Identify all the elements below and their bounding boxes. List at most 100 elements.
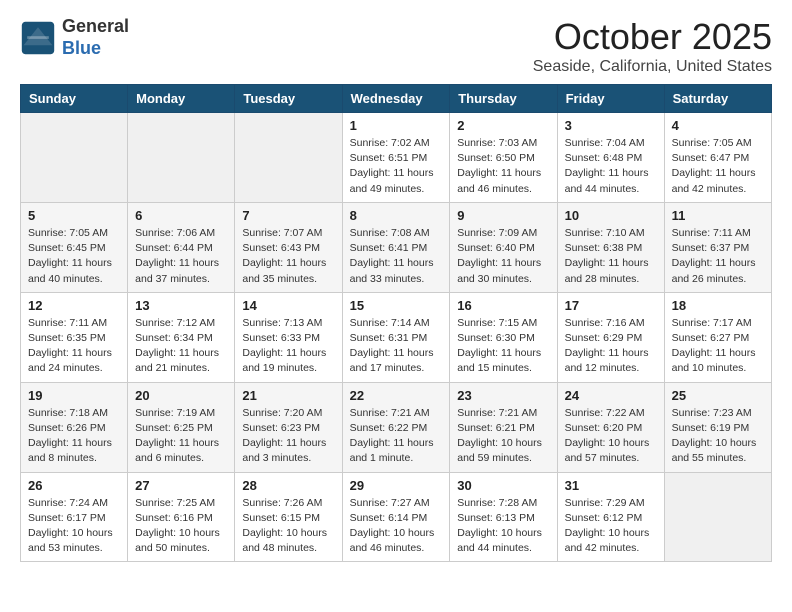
day-info: Sunrise: 7:04 AM Sunset: 6:48 PM Dayligh… xyxy=(565,136,657,197)
calendar-cell: 13Sunrise: 7:12 AM Sunset: 6:34 PM Dayli… xyxy=(128,292,235,382)
weekday-header: Friday xyxy=(557,85,664,113)
day-info: Sunrise: 7:26 AM Sunset: 6:15 PM Dayligh… xyxy=(242,496,334,557)
day-info: Sunrise: 7:23 AM Sunset: 6:19 PM Dayligh… xyxy=(672,406,764,467)
day-info: Sunrise: 7:28 AM Sunset: 6:13 PM Dayligh… xyxy=(457,496,549,557)
day-number: 16 xyxy=(457,298,549,313)
day-number: 25 xyxy=(672,388,764,403)
day-number: 3 xyxy=(565,118,657,133)
calendar-cell: 8 Sunrise: 7:08 AM Sunset: 6:41 PM Daylig… xyxy=(342,202,450,292)
calendar-cell: 20 Sunrise: 7:19 AM Sunset: 6:25 PM Dayli… xyxy=(128,382,235,472)
day-number: 18 xyxy=(672,298,764,313)
weekday-header: Thursday xyxy=(450,85,557,113)
day-info: Sunrise: 7:27 AM Sunset: 6:14 PM Dayligh… xyxy=(350,496,443,557)
day-info: Sunrise: 7:13 AM Sunset: 6:33 PM Dayligh… xyxy=(242,316,334,377)
weekday-header: Tuesday xyxy=(235,85,342,113)
day-number: 22 xyxy=(350,388,443,403)
location-title: Seaside, California, United States xyxy=(533,58,772,76)
day-number: 24 xyxy=(565,388,657,403)
day-info: Sunrise: 7:29 AM Sunset: 6:12 PM Dayligh… xyxy=(565,496,657,557)
calendar-cell: 10 Sunrise: 7:10 AM Sunset: 6:38 PM Dayli… xyxy=(557,202,664,292)
day-number: 6 xyxy=(135,208,227,223)
calendar-week-row: 26 Sunrise: 7:24 AM Sunset: 6:17 PM Dayli… xyxy=(21,472,772,562)
logo-text: General Blue xyxy=(62,16,129,59)
day-info: Sunrise: 7:10 AM Sunset: 6:38 PM Dayligh… xyxy=(565,226,657,287)
day-number: 31 xyxy=(565,478,657,493)
day-number: 20 xyxy=(135,388,227,403)
day-info: Sunrise: 7:06 AM Sunset: 6:44 PM Dayligh… xyxy=(135,226,227,287)
day-number: 7 xyxy=(242,208,334,223)
day-info: Sunrise: 7:17 AM Sunset: 6:27 PM Dayligh… xyxy=(672,316,764,377)
calendar-week-row: 5 Sunrise: 7:05 AM Sunset: 6:45 PM Daylig… xyxy=(21,202,772,292)
day-number: 5 xyxy=(28,208,120,223)
calendar-cell: 14 Sunrise: 7:13 AM Sunset: 6:33 PM Dayli… xyxy=(235,292,342,382)
calendar-cell: 27 Sunrise: 7:25 AM Sunset: 6:16 PM Dayli… xyxy=(128,472,235,562)
weekday-header: Wednesday xyxy=(342,85,450,113)
day-number: 12 xyxy=(28,298,120,313)
calendar-week-row: 19Sunrise: 7:18 AM Sunset: 6:26 PM Dayli… xyxy=(21,382,772,472)
calendar-cell xyxy=(128,113,235,203)
day-info: Sunrise: 7:11 AM Sunset: 6:37 PM Dayligh… xyxy=(672,226,764,287)
calendar-cell xyxy=(664,472,771,562)
calendar-cell: 11 Sunrise: 7:11 AM Sunset: 6:37 PM Dayli… xyxy=(664,202,771,292)
calendar-cell xyxy=(21,113,128,203)
day-number: 29 xyxy=(350,478,443,493)
day-number: 21 xyxy=(242,388,334,403)
day-info: Sunrise: 7:15 AM Sunset: 6:30 PM Dayligh… xyxy=(457,316,549,377)
calendar-cell: 7 Sunrise: 7:07 AM Sunset: 6:43 PM Daylig… xyxy=(235,202,342,292)
calendar-cell: 17Sunrise: 7:16 AM Sunset: 6:29 PM Dayli… xyxy=(557,292,664,382)
calendar-cell: 21 Sunrise: 7:20 AM Sunset: 6:23 PM Dayli… xyxy=(235,382,342,472)
weekday-header: Monday xyxy=(128,85,235,113)
day-info: Sunrise: 7:20 AM Sunset: 6:23 PM Dayligh… xyxy=(242,406,334,467)
day-info: Sunrise: 7:22 AM Sunset: 6:20 PM Dayligh… xyxy=(565,406,657,467)
calendar-week-row: 1Sunrise: 7:02 AM Sunset: 6:51 PM Daylig… xyxy=(21,113,772,203)
day-info: Sunrise: 7:18 AM Sunset: 6:26 PM Dayligh… xyxy=(28,406,120,467)
day-number: 26 xyxy=(28,478,120,493)
day-number: 1 xyxy=(350,118,443,133)
day-number: 28 xyxy=(242,478,334,493)
day-number: 10 xyxy=(565,208,657,223)
calendar-cell: 18 Sunrise: 7:17 AM Sunset: 6:27 PM Dayli… xyxy=(664,292,771,382)
day-number: 14 xyxy=(242,298,334,313)
day-info: Sunrise: 7:05 AM Sunset: 6:45 PM Dayligh… xyxy=(28,226,120,287)
day-number: 23 xyxy=(457,388,549,403)
calendar-header-row: SundayMondayTuesdayWednesdayThursdayFrid… xyxy=(21,85,772,113)
day-info: Sunrise: 7:12 AM Sunset: 6:34 PM Dayligh… xyxy=(135,316,227,377)
calendar-cell: 15Sunrise: 7:14 AM Sunset: 6:31 PM Dayli… xyxy=(342,292,450,382)
calendar-cell: 6 Sunrise: 7:06 AM Sunset: 6:44 PM Daylig… xyxy=(128,202,235,292)
calendar-cell: 4Sunrise: 7:05 AM Sunset: 6:47 PM Daylig… xyxy=(664,113,771,203)
calendar-cell: 22Sunrise: 7:21 AM Sunset: 6:22 PM Dayli… xyxy=(342,382,450,472)
calendar-table: SundayMondayTuesdayWednesdayThursdayFrid… xyxy=(20,84,772,562)
calendar-cell: 5 Sunrise: 7:05 AM Sunset: 6:45 PM Daylig… xyxy=(21,202,128,292)
day-number: 27 xyxy=(135,478,227,493)
page-header: General Blue October 2025 Seaside, Calif… xyxy=(20,16,772,76)
day-info: Sunrise: 7:21 AM Sunset: 6:21 PM Dayligh… xyxy=(457,406,549,467)
day-info: Sunrise: 7:05 AM Sunset: 6:47 PM Dayligh… xyxy=(672,136,764,197)
calendar-week-row: 12 Sunrise: 7:11 AM Sunset: 6:35 PM Dayli… xyxy=(21,292,772,382)
day-number: 8 xyxy=(350,208,443,223)
calendar-cell: 19Sunrise: 7:18 AM Sunset: 6:26 PM Dayli… xyxy=(21,382,128,472)
day-info: Sunrise: 7:25 AM Sunset: 6:16 PM Dayligh… xyxy=(135,496,227,557)
day-number: 11 xyxy=(672,208,764,223)
day-info: Sunrise: 7:11 AM Sunset: 6:35 PM Dayligh… xyxy=(28,316,120,377)
calendar-cell: 28 Sunrise: 7:26 AM Sunset: 6:15 PM Dayli… xyxy=(235,472,342,562)
calendar-cell xyxy=(235,113,342,203)
day-info: Sunrise: 7:09 AM Sunset: 6:40 PM Dayligh… xyxy=(457,226,549,287)
weekday-header: Saturday xyxy=(664,85,771,113)
day-info: Sunrise: 7:24 AM Sunset: 6:17 PM Dayligh… xyxy=(28,496,120,557)
calendar-cell: 26 Sunrise: 7:24 AM Sunset: 6:17 PM Dayli… xyxy=(21,472,128,562)
calendar-cell: 12 Sunrise: 7:11 AM Sunset: 6:35 PM Dayli… xyxy=(21,292,128,382)
month-title: October 2025 xyxy=(533,16,772,58)
day-number: 15 xyxy=(350,298,443,313)
day-number: 2 xyxy=(457,118,549,133)
day-info: Sunrise: 7:19 AM Sunset: 6:25 PM Dayligh… xyxy=(135,406,227,467)
calendar-cell: 24 Sunrise: 7:22 AM Sunset: 6:20 PM Dayli… xyxy=(557,382,664,472)
calendar-cell: 25 Sunrise: 7:23 AM Sunset: 6:19 PM Dayli… xyxy=(664,382,771,472)
logo-icon xyxy=(20,20,56,56)
calendar-cell: 23 Sunrise: 7:21 AM Sunset: 6:21 PM Dayli… xyxy=(450,382,557,472)
calendar-cell: 16 Sunrise: 7:15 AM Sunset: 6:30 PM Dayli… xyxy=(450,292,557,382)
day-info: Sunrise: 7:08 AM Sunset: 6:41 PM Dayligh… xyxy=(350,226,443,287)
day-info: Sunrise: 7:07 AM Sunset: 6:43 PM Dayligh… xyxy=(242,226,334,287)
day-info: Sunrise: 7:03 AM Sunset: 6:50 PM Dayligh… xyxy=(457,136,549,197)
calendar-cell: 3 Sunrise: 7:04 AM Sunset: 6:48 PM Daylig… xyxy=(557,113,664,203)
calendar-cell: 9Sunrise: 7:09 AM Sunset: 6:40 PM Daylig… xyxy=(450,202,557,292)
